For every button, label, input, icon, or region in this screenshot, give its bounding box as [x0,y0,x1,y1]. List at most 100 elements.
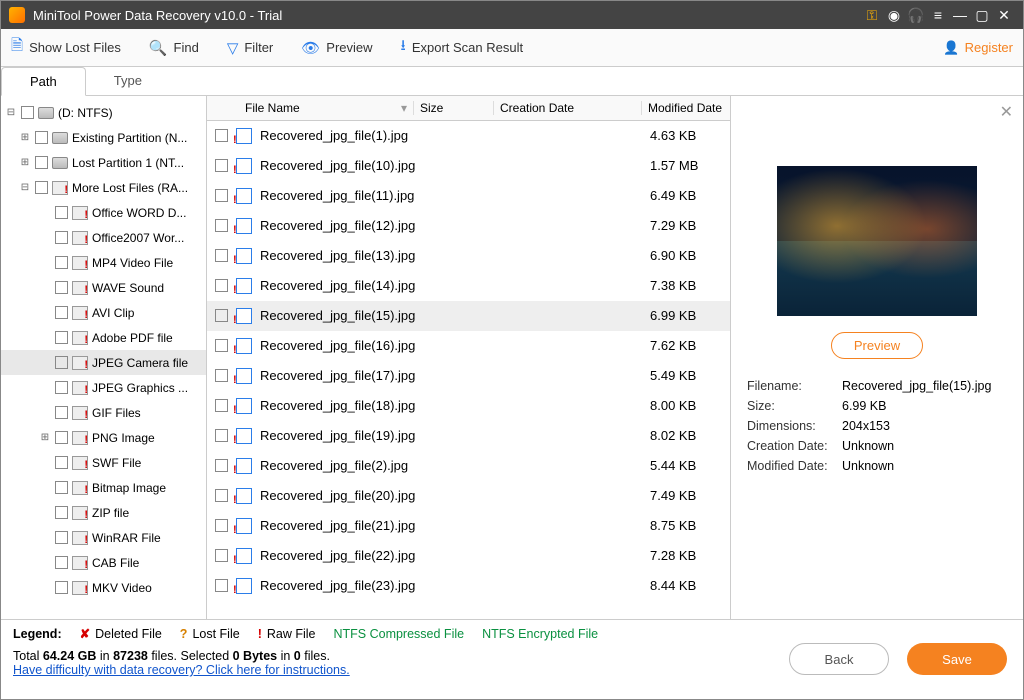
file-row[interactable]: Recovered_jpg_file(12).jpg7.29 KB [207,211,730,241]
checkbox[interactable] [215,339,228,352]
checkbox[interactable] [55,556,68,569]
checkbox[interactable] [35,131,48,144]
expand-icon[interactable]: ⊞ [19,157,31,168]
file-row[interactable]: Recovered_jpg_file(23).jpg8.44 KB [207,571,730,601]
menu-icon[interactable]: ≡ [927,7,949,23]
checkbox[interactable] [215,249,228,262]
file-row[interactable]: Recovered_jpg_file(10).jpg1.57 MB [207,151,730,181]
tree-node-more-lost[interactable]: ⊟More Lost Files (RA... [1,175,206,200]
checkbox[interactable] [35,181,48,194]
checkbox[interactable] [55,406,68,419]
folder-tree[interactable]: ⊟(D: NTFS) ⊞Existing Partition (N... ⊞Lo… [1,96,207,619]
checkbox[interactable] [55,531,68,544]
expand-icon[interactable]: ⊞ [39,432,51,443]
tab-type[interactable]: Type [86,67,170,95]
tree-node-filetype[interactable]: AVI Clip [1,300,206,325]
filter-button[interactable]: ▽Filter [227,39,273,57]
checkbox[interactable] [55,356,68,369]
file-row[interactable]: Recovered_jpg_file(22).jpg7.28 KB [207,541,730,571]
col-size[interactable]: Size [414,101,494,115]
checkbox[interactable] [55,331,68,344]
file-row[interactable]: Recovered_jpg_file(17).jpg5.49 KB [207,361,730,391]
checkbox[interactable] [215,189,228,202]
collapse-icon[interactable]: ⊟ [19,182,31,193]
headset-icon[interactable]: 🎧 [905,7,927,24]
file-row[interactable]: Recovered_jpg_file(20).jpg7.49 KB [207,481,730,511]
checkbox[interactable] [55,306,68,319]
minimize-button[interactable]: — [949,7,971,23]
file-row[interactable]: Recovered_jpg_file(13).jpg6.90 KB [207,241,730,271]
tree-node-filetype[interactable]: Bitmap Image [1,475,206,500]
close-preview-icon[interactable]: ✕ [1000,102,1013,122]
disc-icon[interactable]: ◉ [883,7,905,24]
expand-icon[interactable]: ⊞ [19,132,31,143]
checkbox[interactable] [55,481,68,494]
find-button[interactable]: 🔍Find [149,39,199,57]
checkbox[interactable] [55,506,68,519]
checkbox[interactable] [215,369,228,382]
file-row[interactable]: Recovered_jpg_file(11).jpg6.49 KB [207,181,730,211]
file-row[interactable]: Recovered_jpg_file(19).jpg8.02 KB [207,421,730,451]
col-filename[interactable]: File Name▾ [239,101,414,115]
checkbox[interactable] [215,399,228,412]
checkbox[interactable] [215,129,228,142]
file-row[interactable]: Recovered_jpg_file(18).jpg8.00 KB [207,391,730,421]
checkbox[interactable] [215,489,228,502]
help-link[interactable]: Have difficulty with data recovery? Clic… [13,663,350,677]
checkbox[interactable] [215,579,228,592]
tree-node-filetype[interactable]: SWF File [1,450,206,475]
tree-node-filetype[interactable]: JPEG Graphics ... [1,375,206,400]
tree-node-filetype[interactable]: MKV Video [1,575,206,600]
tree-node-root[interactable]: ⊟(D: NTFS) [1,100,206,125]
checkbox[interactable] [215,159,228,172]
open-preview-button[interactable]: Preview [831,332,923,359]
file-row[interactable]: Recovered_jpg_file(16).jpg7.62 KB [207,331,730,361]
tree-node-filetype[interactable]: Office2007 Wor... [1,225,206,250]
checkbox[interactable] [55,206,68,219]
file-rows[interactable]: Recovered_jpg_file(1).jpg4.63 KBRecovere… [207,121,730,619]
save-button[interactable]: Save [907,643,1007,675]
tree-node-filetype[interactable]: WAVE Sound [1,275,206,300]
checkbox[interactable] [55,256,68,269]
col-modified[interactable]: Modified Date [642,101,730,115]
checkbox[interactable] [21,106,34,119]
checkbox[interactable] [55,381,68,394]
collapse-icon[interactable]: ⊟ [5,107,17,118]
file-row[interactable]: Recovered_jpg_file(1).jpg4.63 KB [207,121,730,151]
checkbox[interactable] [215,549,228,562]
checkbox[interactable] [215,279,228,292]
key-icon[interactable]: ⚿ [861,7,883,24]
checkbox[interactable] [215,309,228,322]
checkbox[interactable] [215,219,228,232]
checkbox[interactable] [55,281,68,294]
tree-node-filetype[interactable]: Adobe PDF file [1,325,206,350]
maximize-button[interactable]: ▢ [971,7,993,24]
back-button[interactable]: Back [789,643,889,675]
tab-path[interactable]: Path [1,67,86,96]
checkbox[interactable] [35,156,48,169]
checkbox[interactable] [215,519,228,532]
checkbox[interactable] [55,431,68,444]
file-row[interactable]: Recovered_jpg_file(15).jpg6.99 KB [207,301,730,331]
preview-button[interactable]: 👁Preview [301,39,372,57]
tree-node-filetype[interactable]: MP4 Video File [1,250,206,275]
tree-node-filetype[interactable]: Office WORD D... [1,200,206,225]
col-created[interactable]: Creation Date [494,101,642,115]
register-button[interactable]: 👤Register [943,40,1013,56]
checkbox[interactable] [215,459,228,472]
checkbox[interactable] [55,456,68,469]
close-button[interactable]: ✕ [993,7,1015,24]
show-lost-files-button[interactable]: 🗎Show Lost Files [11,35,121,60]
tree-node-filetype[interactable]: ZIP file [1,500,206,525]
tree-node-lost[interactable]: ⊞Lost Partition 1 (NT... [1,150,206,175]
checkbox[interactable] [215,429,228,442]
tree-node-filetype[interactable]: JPEG Camera file [1,350,206,375]
tree-node-filetype[interactable]: ⊞PNG Image [1,425,206,450]
checkbox[interactable] [55,231,68,244]
export-button[interactable]: ⭳Export Scan Result [401,35,524,60]
checkbox[interactable] [55,581,68,594]
tree-node-filetype[interactable]: GIF Files [1,400,206,425]
tree-node-filetype[interactable]: WinRAR File [1,525,206,550]
tree-node-existing[interactable]: ⊞Existing Partition (N... [1,125,206,150]
file-row[interactable]: Recovered_jpg_file(2).jpg5.44 KB [207,451,730,481]
